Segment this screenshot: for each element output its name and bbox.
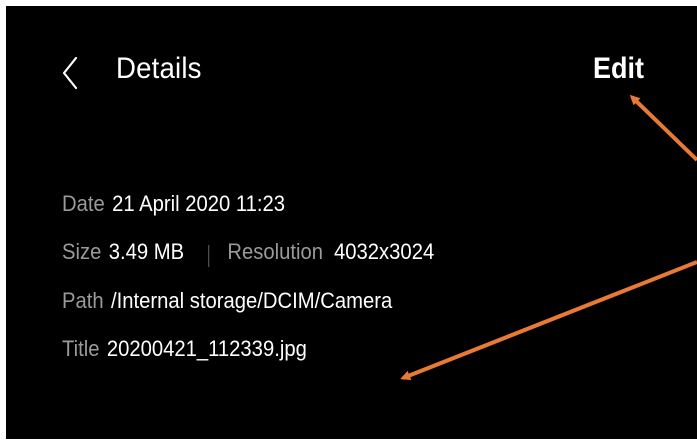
date-value: 21 April 2020 11:23 bbox=[112, 191, 286, 216]
divider bbox=[208, 245, 209, 267]
details-screen: Details Edit Date 21 April 2020 11:23 Siz… bbox=[6, 6, 697, 439]
back-button[interactable] bbox=[56, 48, 96, 98]
title-label: Title bbox=[62, 336, 100, 361]
path-label: Path bbox=[62, 288, 104, 313]
date-label: Date bbox=[62, 191, 105, 216]
path-value: /Internal storage/DCIM/Camera bbox=[111, 288, 393, 313]
screenshot-frame: Details Edit Date 21 April 2020 11:23 Siz… bbox=[0, 0, 697, 445]
app-header: Details Edit bbox=[6, 6, 697, 136]
size-value: 3.49 MB bbox=[108, 239, 185, 264]
detail-row-title: Title 20200421_112339.jpg bbox=[62, 336, 307, 362]
title-value: 20200421_112339.jpg bbox=[106, 336, 307, 361]
detail-row-path: Path/Internal storage/DCIM/Camera bbox=[62, 288, 392, 314]
detail-row-date: Date 21 April 2020 11:23 bbox=[62, 191, 285, 217]
edit-button[interactable]: Edit bbox=[593, 52, 644, 86]
page-title: Details bbox=[116, 52, 202, 85]
resolution-value: 4032x3024 bbox=[334, 239, 435, 264]
detail-row-size: Size 3.49 MB Resolution 4032x3024 bbox=[62, 239, 434, 267]
chevron-left-icon bbox=[62, 56, 78, 90]
size-label: Size bbox=[62, 239, 102, 264]
resolution-label: Resolution bbox=[227, 239, 323, 264]
